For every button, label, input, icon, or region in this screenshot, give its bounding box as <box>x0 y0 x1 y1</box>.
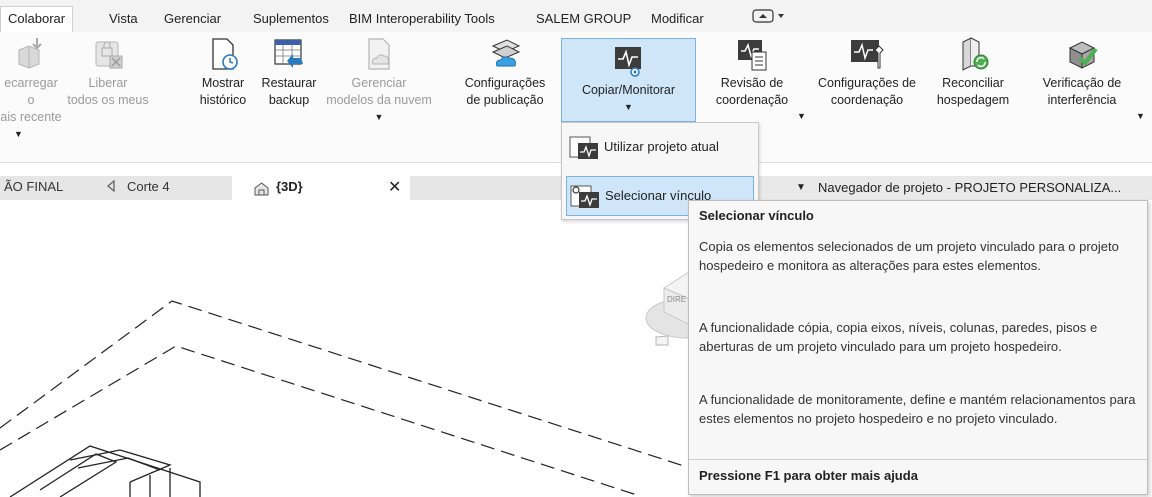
interference-check-icon <box>1068 41 1098 69</box>
relinquish-label-2: todos os meus <box>67 93 149 107</box>
coordination-settings-icon <box>851 40 884 69</box>
level-line-lower <box>0 345 641 497</box>
restore-backup-button[interactable]: Restaurar backup <box>256 34 322 109</box>
show-history-label-2: histórico <box>199 93 247 107</box>
reconcile-hosting-icon <box>962 37 989 71</box>
interference-check-label-1: Verificação de <box>1042 76 1122 90</box>
view-tab-3d-label: {3D} <box>276 179 303 194</box>
chevron-down-icon: ▼ <box>14 129 23 139</box>
history-icon <box>212 38 238 70</box>
chevron-down-icon[interactable]: ▼ <box>797 111 806 121</box>
tooltip-paragraph-2: A funcionalidade cópia, copia eixos, nív… <box>699 320 1098 354</box>
restore-backup-label-1: Restaurar <box>261 76 317 90</box>
use-current-project-item[interactable]: Utilizar projeto atual <box>566 128 752 166</box>
tooltip-select-link: Selecionar vínculo Copia os elementos se… <box>688 200 1148 495</box>
view-tab-final[interactable]: ÃO FINAL <box>4 179 63 194</box>
building-model <box>9 445 201 497</box>
reload-latest-icon <box>18 38 42 69</box>
show-history-button[interactable]: Mostrar histórico <box>196 34 250 109</box>
publish-settings-label-2: de publicação <box>466 93 544 107</box>
panel-toggle-icon <box>752 9 784 23</box>
ribbon-tab-bar: Colaborar Vista Gerenciar Suplementos BI… <box>0 0 1152 33</box>
chevron-down-icon[interactable]: ▼ <box>1136 111 1145 121</box>
chevron-down-icon: ▼ <box>374 112 384 122</box>
coordination-review-icon <box>738 40 767 71</box>
section-icon <box>106 179 120 196</box>
tab-gerenciar[interactable]: Gerenciar <box>164 8 221 32</box>
copy-monitor-icon <box>614 47 641 77</box>
relinquish-icon <box>95 41 123 69</box>
reload-latest-label-1: ecarregar o <box>4 76 58 107</box>
interference-check-label-2: interferência <box>1047 93 1117 107</box>
copy-monitor-label: Copiar/Monitorar <box>581 83 676 97</box>
tab-colaborar[interactable]: Colaborar <box>0 6 74 33</box>
view-tab-corte-4[interactable]: Corte 4 <box>127 179 170 194</box>
tab-salem-group[interactable]: SALEM GROUP <box>536 8 631 32</box>
level-line-upper <box>0 300 685 467</box>
close-icon[interactable]: ✕ <box>388 177 401 197</box>
coordination-settings-label-1: Configurações de <box>818 76 916 90</box>
restore-backup-icon <box>274 39 303 68</box>
publish-settings-label-1: Configurações <box>464 76 546 90</box>
project-browser-title: Navegador de projeto - PROJETO PERSONALI… <box>818 180 1122 195</box>
tooltip-title: Selecionar vínculo <box>699 208 814 223</box>
publish-settings-button[interactable]: Configurações de publicação <box>454 34 556 109</box>
manage-cloud-models-button[interactable]: Gerenciar modelos da nuvem ▼ <box>324 34 434 126</box>
coordination-review-label-1: Revisão de <box>720 76 784 90</box>
viewcube-face-label: DIRE <box>667 295 686 304</box>
reconcile-hosting-button[interactable]: Reconciliar hospedagem <box>928 34 1018 109</box>
reload-latest-button[interactable]: ecarregar o ais recente ▼ <box>0 34 62 143</box>
reload-latest-label-2: ais recente <box>0 110 62 124</box>
tab-bim-interoperability[interactable]: BIM Interoperability Tools <box>349 8 495 32</box>
coordination-settings-label-2: coordenação <box>830 93 904 107</box>
chevron-down-icon: ▼ <box>624 102 633 112</box>
tooltip-paragraph-1: Copia os elementos selecionados de um pr… <box>699 239 1119 273</box>
interference-check-button[interactable]: Verificação de interferência <box>1030 34 1134 109</box>
coordination-review-label-2: coordenação <box>715 93 789 107</box>
cloud-models-label-2: modelos da nuvem <box>326 93 432 107</box>
reconcile-hosting-label-2: hospedagem <box>936 93 1010 107</box>
reconcile-hosting-label-1: Reconciliar <box>942 76 1004 90</box>
house-3d-icon <box>254 182 269 196</box>
view-tab-3d[interactable]: {3D} ✕ <box>232 176 410 200</box>
tab-vista[interactable]: Vista <box>109 8 138 32</box>
cloud-models-label-1: Gerenciar <box>351 76 407 90</box>
use-current-project-icon <box>569 136 598 159</box>
coordination-review-button[interactable]: Revisão de coordenação <box>704 34 800 109</box>
tab-modificar[interactable]: Modificar <box>651 8 704 32</box>
restore-backup-label-2: backup <box>268 93 310 107</box>
copy-monitor-button[interactable]: Copiar/Monitorar ▼ <box>561 38 696 122</box>
panel-toggle-button[interactable] <box>752 8 786 32</box>
project-browser-header[interactable]: ▼ Navegador de projeto - PROJETO PERSONA… <box>760 176 1152 200</box>
use-current-project-label: Utilizar projeto atual <box>604 139 719 154</box>
show-history-label-1: Mostrar <box>201 76 245 90</box>
tab-suplementos[interactable]: Suplementos <box>253 8 329 32</box>
select-link-icon <box>570 185 599 208</box>
cloud-models-icon <box>368 38 390 70</box>
tooltip-help-hint: Pressione F1 para obter mais ajuda <box>699 468 918 483</box>
relinquish-label-1: Liberar <box>88 76 128 90</box>
publish-settings-icon <box>491 39 521 67</box>
relinquish-all-button[interactable]: Liberar todos os meus <box>60 34 156 109</box>
tooltip-paragraph-3: A funcionalidade de monitoramente, defin… <box>699 392 1136 426</box>
tooltip-divider <box>689 459 1147 460</box>
chevron-down-icon[interactable]: ▼ <box>796 176 806 200</box>
coordination-settings-button[interactable]: Configurações de coordenação <box>808 34 926 109</box>
